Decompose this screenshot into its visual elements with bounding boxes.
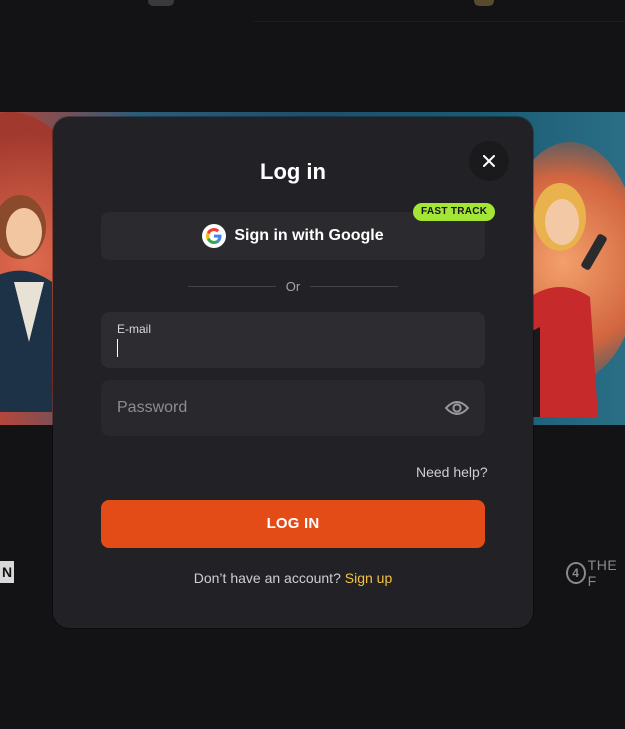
- nav-icon: [148, 0, 174, 6]
- login-modal: Log in Sign in with Google FAST TRACK Or…: [53, 117, 533, 628]
- login-button[interactable]: LOG IN: [101, 500, 485, 548]
- nav-divider: [254, 0, 625, 22]
- email-label: E-mail: [117, 322, 152, 336]
- signup-prompt-text: Don’t have an account?: [193, 570, 341, 586]
- woman-illustration-left: [0, 195, 52, 412]
- divider-line: [310, 285, 399, 287]
- page: N 4 THE F Log in Sign in with Google FAS…: [0, 0, 625, 729]
- divider-text: Or: [285, 278, 301, 294]
- text-cursor: [117, 339, 118, 357]
- need-help-link[interactable]: Need help?: [416, 464, 488, 480]
- provider-mark: 4: [566, 562, 586, 584]
- or-divider: Or: [188, 277, 399, 295]
- provider-name: THE F: [587, 557, 618, 589]
- woman-illustration-right: [520, 183, 607, 417]
- signup-link[interactable]: Sign up: [345, 570, 392, 586]
- email-field[interactable]: E-mail: [101, 312, 485, 368]
- provider-logo-right[interactable]: 4 THE F: [566, 557, 625, 589]
- google-icon: [202, 224, 227, 248]
- password-field[interactable]: Password: [101, 380, 485, 436]
- modal-title: Log in: [260, 159, 326, 184]
- fast-track-badge: FAST TRACK: [413, 203, 496, 221]
- top-nav-background: [0, 0, 625, 112]
- signup-prompt: Don’t have an account? Sign up: [53, 570, 533, 586]
- password-placeholder: Password: [117, 399, 188, 416]
- google-signin-label: Sign in with Google: [234, 227, 384, 244]
- provider-logo-left[interactable]: N: [0, 561, 14, 583]
- divider-line: [188, 285, 276, 287]
- eye-icon[interactable]: [445, 398, 469, 418]
